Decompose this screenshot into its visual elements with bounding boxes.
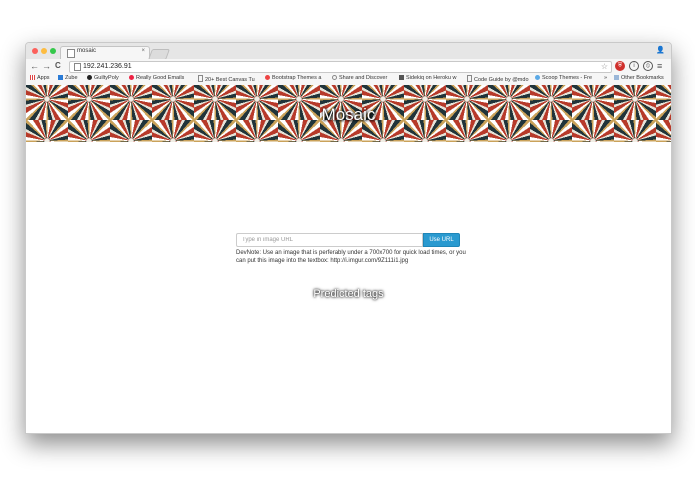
bookmark-share-discover[interactable]: Share and Discover — [332, 75, 387, 81]
tab-title: mosaic — [77, 48, 97, 54]
title-bar: mosaic × 👤 — [26, 43, 671, 60]
minimize-window-button[interactable] — [41, 48, 47, 54]
mosaic-banner: Mosaic — [26, 85, 671, 142]
page-icon — [67, 49, 75, 58]
devnote-text: DevNote: Use an image that is perferably… — [236, 250, 466, 264]
bookmark-canvas[interactable]: 20+ Best Canvas Tu — [198, 75, 255, 83]
bookmarks-overflow-button[interactable]: » — [604, 75, 607, 81]
bootstrap-icon — [265, 75, 270, 80]
apps-icon — [30, 75, 35, 80]
bookmark-bootstrap[interactable]: Bootstrap Themes a — [265, 75, 321, 81]
browser-window: mosaic × 👤 ← → C 192.241.236.91 ☆ ⛨ i ⦸ … — [25, 42, 672, 434]
bookmark-guiltypoly[interactable]: GuiltyPoly — [87, 75, 119, 81]
bookmark-apps[interactable]: Apps — [30, 75, 50, 81]
user-icon[interactable]: 👤 — [656, 46, 665, 54]
tab-mosaic[interactable]: mosaic × — [60, 46, 150, 60]
github-icon — [87, 75, 92, 80]
folder-icon — [614, 75, 619, 80]
bookmark-scoop-themes[interactable]: Scoop Themes - Fre — [535, 75, 592, 81]
page-icon — [198, 75, 203, 82]
page-title: Mosaic — [321, 105, 376, 124]
address-bar[interactable]: 192.241.236.91 ☆ — [69, 61, 612, 73]
heroku-icon — [399, 75, 404, 80]
reload-button[interactable]: C — [55, 60, 61, 72]
share-icon — [332, 75, 337, 80]
use-url-button[interactable]: Use URL — [423, 233, 460, 247]
back-button[interactable]: ← — [30, 60, 39, 72]
maximize-window-button[interactable] — [50, 48, 56, 54]
menu-icon[interactable]: ≡ — [657, 60, 662, 72]
image-url-input[interactable] — [236, 233, 423, 247]
bookmark-sidekiq[interactable]: Sidekiq on Heroku w — [399, 75, 456, 81]
predicted-tags-heading: Predicted tags — [313, 288, 384, 300]
close-window-button[interactable] — [32, 48, 38, 54]
browser-toolbar: ← → C 192.241.236.91 ☆ ⛨ i ⦸ ≡ — [26, 59, 671, 73]
bookmark-code-guide[interactable]: Code Guide by @mdo — [467, 75, 529, 83]
tab-close-icon[interactable]: × — [141, 48, 145, 54]
forward-button[interactable]: → — [42, 60, 51, 72]
blocked-icon[interactable]: ⦸ — [643, 61, 653, 71]
scoop-icon — [535, 75, 540, 80]
page-icon — [74, 63, 81, 71]
shield-icon[interactable]: ⛨ — [615, 61, 625, 71]
bookmark-zube[interactable]: Zube — [58, 75, 78, 81]
zube-icon — [58, 75, 63, 80]
bookmark-other-bookmarks[interactable]: Other Bookmarks — [614, 75, 664, 81]
bookmark-star-icon[interactable]: ☆ — [601, 62, 608, 71]
url-text[interactable]: 192.241.236.91 — [83, 63, 132, 70]
emails-icon — [129, 75, 134, 80]
info-icon[interactable]: i — [629, 61, 639, 71]
bookmark-really-good-emails[interactable]: Really Good Emails — [129, 75, 184, 81]
page-icon — [467, 75, 472, 82]
